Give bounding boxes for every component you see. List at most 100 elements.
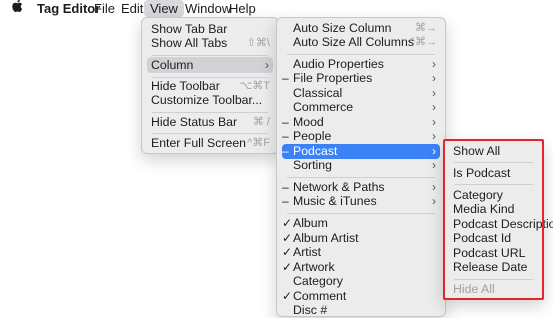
podcast-description-item[interactable]: Podcast Description (449, 217, 553, 232)
chevron-right-icon: › (432, 86, 436, 100)
separator (152, 77, 268, 78)
show-all-item[interactable]: Show All (449, 144, 538, 159)
chevron-right-icon: › (432, 115, 436, 129)
auto-size-column-label: Auto Size Column (293, 21, 392, 35)
album-artist-label: Album Artist (293, 231, 359, 245)
customize-toolbar-label: Customize Toolbar... (151, 93, 263, 107)
mood-item[interactable]: – Mood › (282, 115, 440, 130)
podcast-submenu: Show All Is Podcast Category Media Kind … (443, 139, 553, 300)
podcast-id-label: Podcast Id (453, 231, 512, 245)
hide-status-bar-label: Hide Status Bar (151, 115, 238, 129)
enter-full-screen-shortcut: ^⌘F (247, 137, 270, 149)
chevron-right-icon: › (432, 194, 436, 208)
show-tab-bar-label: Show Tab Bar (151, 22, 228, 36)
network-paths-item[interactable]: – Network & Paths › (282, 180, 440, 195)
chevron-right-icon: › (432, 129, 436, 143)
audio-properties-label: Audio Properties (293, 57, 384, 71)
sorting-item[interactable]: Sorting › (282, 158, 440, 173)
auto-size-column-shortcut: ⌘→ (415, 22, 437, 34)
view-dropdown-menu: Show Tab Bar Show All Tabs ⇧⌘\ Column › … (141, 17, 279, 154)
artist-label: Artist (293, 245, 322, 259)
file-properties-label: File Properties (293, 71, 373, 85)
auto-size-column-item[interactable]: Auto Size Column ⌘→ (282, 21, 440, 36)
people-label: People (293, 129, 332, 143)
podcast-label: Podcast (293, 144, 338, 158)
music-itunes-item[interactable]: – Music & iTunes › (282, 194, 440, 209)
column-item[interactable]: Column › (147, 57, 273, 73)
file-properties-item[interactable]: – File Properties › (282, 71, 440, 86)
separator (287, 54, 435, 55)
album-label: Album (293, 216, 328, 230)
chevron-right-icon: › (432, 144, 436, 158)
media-kind-item[interactable]: Media Kind (449, 202, 538, 217)
enter-full-screen-item[interactable]: Enter Full Screen ^⌘F (147, 136, 273, 151)
classical-item[interactable]: Classical › (282, 86, 440, 101)
artwork-item[interactable]: ✓ Artwork (282, 260, 440, 275)
hide-all-label: Hide All (453, 282, 495, 296)
album-artist-item[interactable]: ✓ Album Artist (282, 231, 440, 246)
chevron-right-icon: › (432, 57, 436, 71)
commerce-item[interactable]: Commerce › (282, 100, 440, 115)
is-podcast-item[interactable]: Is Podcast (449, 166, 538, 181)
chevron-right-icon: › (432, 158, 436, 172)
podcast-url-item[interactable]: Podcast URL (449, 246, 538, 261)
chevron-right-icon: › (432, 100, 436, 114)
podcast-item[interactable]: – Podcast › (282, 144, 440, 159)
separator (152, 112, 268, 113)
separator (287, 177, 435, 178)
view-menu[interactable]: View (144, 0, 184, 17)
enter-full-screen-label: Enter Full Screen (151, 136, 247, 150)
separator (152, 133, 268, 134)
release-date-label: Release Date (453, 260, 528, 274)
podcast-url-label: Podcast URL (453, 246, 526, 260)
column-submenu: Auto Size Column ⌘→ Auto Size All Column… (276, 17, 446, 317)
disc-number-label: Disc # (293, 303, 328, 317)
category-label: Category (293, 274, 343, 288)
podcast-id-item[interactable]: Podcast Id (449, 231, 538, 246)
chevron-right-icon: › (432, 180, 436, 194)
podcast-category-item[interactable]: Category (449, 188, 538, 203)
music-itunes-label: Music & iTunes (293, 194, 377, 208)
hide-toolbar-shortcut: ⌥⌘T (239, 80, 270, 92)
edit-menu[interactable]: Edit (121, 0, 143, 17)
window-menu[interactable]: Window (185, 0, 231, 17)
chevron-right-icon: › (432, 71, 436, 85)
show-tab-bar-item[interactable]: Show Tab Bar (147, 22, 273, 37)
chevron-right-icon: › (265, 58, 269, 72)
separator (454, 162, 533, 163)
file-menu[interactable]: File (94, 0, 115, 17)
app-name-menu[interactable]: Tag Editor (37, 0, 100, 17)
hide-all-item[interactable]: Hide All (449, 282, 538, 297)
sorting-label: Sorting (293, 158, 332, 172)
auto-size-all-columns-item[interactable]: Auto Size All Columns ^⌘→ (282, 35, 440, 50)
column-label: Column (151, 58, 194, 72)
hide-status-bar-shortcut: ⌘ / (252, 116, 270, 128)
separator (287, 213, 435, 214)
category-item[interactable]: Category (282, 274, 440, 289)
apple-logo-icon[interactable] (11, 0, 23, 16)
help-menu[interactable]: Help (229, 0, 256, 17)
people-item[interactable]: – People › (282, 129, 440, 144)
hide-toolbar-label: Hide Toolbar (151, 79, 220, 93)
separator (454, 279, 533, 280)
artist-item[interactable]: ✓ Artist (282, 245, 440, 260)
customize-toolbar-item[interactable]: Customize Toolbar... (147, 93, 273, 108)
separator (454, 184, 533, 185)
network-paths-label: Network & Paths (293, 180, 385, 194)
audio-properties-item[interactable]: Audio Properties › (282, 57, 440, 72)
disc-number-item[interactable]: Disc # (282, 303, 440, 318)
mood-label: Mood (293, 115, 324, 129)
release-date-item[interactable]: Release Date (449, 260, 538, 275)
comment-label: Comment (293, 289, 347, 303)
show-all-tabs-item[interactable]: Show All Tabs ⇧⌘\ (147, 36, 273, 51)
album-item[interactable]: ✓ Album (282, 216, 440, 231)
hide-status-bar-item[interactable]: Hide Status Bar ⌘ / (147, 115, 273, 130)
auto-size-all-columns-shortcut: ^⌘→ (409, 36, 437, 48)
hide-toolbar-item[interactable]: Hide Toolbar ⌥⌘T (147, 79, 273, 94)
show-all-label: Show All (453, 144, 501, 158)
classical-label: Classical (293, 86, 343, 100)
podcast-category-label: Category (453, 188, 503, 202)
comment-item[interactable]: ✓ Comment (282, 289, 440, 304)
separator (152, 55, 268, 56)
media-kind-label: Media Kind (453, 202, 515, 216)
